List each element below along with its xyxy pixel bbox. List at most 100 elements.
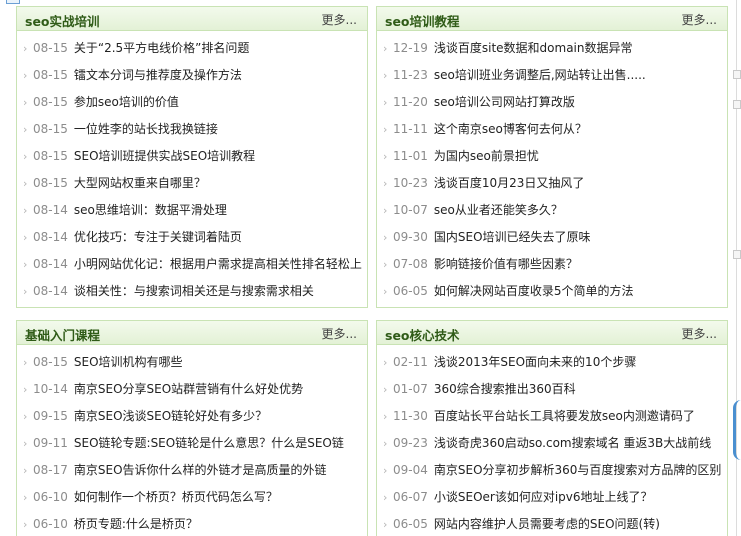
chevron-right-icon: › bbox=[383, 437, 388, 450]
list-item: › 10-07 seo从业者还能笑多久？ bbox=[377, 197, 727, 224]
article-link[interactable]: 百度站长平台站长工具将要发放seo内测邀请码了 bbox=[434, 409, 695, 423]
article-link[interactable]: 参加seo培训的价值 bbox=[74, 95, 179, 109]
article-link[interactable]: SEO培训班提供实战SEO培训教程 bbox=[74, 149, 255, 163]
chevron-right-icon: › bbox=[23, 150, 28, 163]
item-date: 08-14 bbox=[33, 230, 68, 244]
list-item: › 01-07 360综合搜索推出360百科 bbox=[377, 376, 727, 403]
item-date: 11-01 bbox=[393, 149, 428, 163]
article-link[interactable]: 关于“2.5平方电线价格”排名问题 bbox=[74, 41, 250, 55]
list-item: › 08-14 谈相关性：与搜索词相关还是与搜索需求相关 bbox=[17, 278, 367, 305]
list-item: › 11-23 seo培训班业务调整后,网站转让出售..... bbox=[377, 62, 727, 89]
article-link[interactable]: 为国内seo前景担忧 bbox=[434, 149, 539, 163]
list-item: › 08-15 大型网站权重来自哪里？ bbox=[17, 170, 367, 197]
article-link[interactable]: 如何解决网站百度收录5个简单的方法 bbox=[434, 284, 634, 298]
article-link[interactable]: 浅谈奇虎360启动so.com搜索域名 重返3B大战前线 bbox=[434, 436, 711, 450]
item-date: 08-17 bbox=[33, 463, 68, 477]
panel-title[interactable]: 基础入门课程 bbox=[25, 325, 100, 344]
item-date: 08-14 bbox=[33, 203, 68, 217]
article-link[interactable]: 网站内容维护人员需要考虑的SEO问题(转) bbox=[434, 517, 660, 531]
article-link[interactable]: 浅谈百度10月23日又抽风了 bbox=[434, 176, 585, 190]
chevron-right-icon: › bbox=[383, 258, 388, 271]
list-item: › 09-04 南京SEO分享初步解析360与百度搜索对方品牌的区别 bbox=[377, 457, 727, 484]
item-date: 08-15 bbox=[33, 355, 68, 369]
article-link[interactable]: 优化技巧：专注于关键词着陆页 bbox=[74, 230, 242, 244]
chevron-right-icon: › bbox=[383, 177, 388, 190]
article-link[interactable]: seo培训班业务调整后,网站转让出售..... bbox=[434, 68, 646, 82]
more-link[interactable]: 更多... bbox=[322, 11, 357, 28]
list-item: › 08-14 小明网站优化记：根据用户需求提高相关性排名轻松上 bbox=[17, 251, 367, 278]
chevron-right-icon: › bbox=[23, 123, 28, 136]
edge-chip bbox=[733, 250, 741, 259]
panel-header: seo实战培训 更多... bbox=[17, 7, 367, 31]
item-date: 08-15 bbox=[33, 149, 68, 163]
chevron-right-icon: › bbox=[383, 518, 388, 531]
list-item: › 08-15 一位姓李的站长找我换链接 bbox=[17, 116, 367, 143]
article-link[interactable]: SEO培训机构有哪些 bbox=[74, 355, 183, 369]
item-date: 02-11 bbox=[393, 355, 428, 369]
chevron-right-icon: › bbox=[23, 285, 28, 298]
panel-title[interactable]: seo实战培训 bbox=[25, 11, 100, 30]
article-link[interactable]: 如何制作一个桥页？桥页代码怎么写？ bbox=[74, 490, 278, 504]
item-date: 08-15 bbox=[33, 68, 68, 82]
list-item: › 06-10 如何制作一个桥页？桥页代码怎么写？ bbox=[17, 484, 367, 511]
panel-header: seo核心技术 更多... bbox=[377, 321, 727, 345]
article-link[interactable]: 南京SEO浅谈SEO链轮好处有多少？ bbox=[74, 409, 267, 423]
article-link[interactable]: seo从业者还能笑多久？ bbox=[434, 203, 563, 217]
article-list: › 02-11 浅谈2013年SEO面向未来的10个步骤 › 01-07 360综合搜索推… bbox=[377, 345, 727, 536]
list-item: › 08-15 镭文本分词与推荐度及操作方法 bbox=[17, 62, 367, 89]
article-link[interactable]: 谈相关性：与搜索词相关还是与搜索需求相关 bbox=[74, 284, 314, 298]
article-link[interactable]: 大型网站权重来自哪里？ bbox=[74, 176, 206, 190]
item-date: 08-15 bbox=[33, 95, 68, 109]
article-link[interactable]: 镭文本分词与推荐度及操作方法 bbox=[74, 68, 242, 82]
article-link[interactable]: 影响链接价值有哪些因素？ bbox=[434, 257, 578, 271]
article-link[interactable]: 南京SEO告诉你什么样的外链才是高质量的外链 bbox=[74, 463, 327, 477]
chevron-right-icon: › bbox=[383, 464, 388, 477]
article-link[interactable]: 360综合搜索推出360百科 bbox=[434, 382, 576, 396]
page-tab-marker bbox=[6, 0, 20, 4]
list-item: › 08-17 南京SEO告诉你什么样的外链才是高质量的外链 bbox=[17, 457, 367, 484]
panel-basic-courses: 基础入门课程 更多... › 08-15 SEO培训机构有哪些 › 10-14 南京SEO分享… bbox=[16, 320, 368, 536]
panel-header: 基础入门课程 更多... bbox=[17, 321, 367, 345]
chevron-right-icon: › bbox=[383, 356, 388, 369]
more-link[interactable]: 更多... bbox=[682, 11, 717, 28]
list-item: › 08-15 SEO培训机构有哪些 bbox=[17, 349, 367, 376]
list-item: › 08-14 优化技巧：专注于关键词着陆页 bbox=[17, 224, 367, 251]
item-date: 12-19 bbox=[393, 41, 428, 55]
article-link[interactable]: 国内SEO培训已经失去了原味 bbox=[434, 230, 591, 244]
chevron-right-icon: › bbox=[23, 491, 28, 504]
chevron-right-icon: › bbox=[23, 410, 28, 423]
article-link[interactable]: 南京SEO分享初步解析360与百度搜索对方品牌的区别 bbox=[434, 463, 722, 477]
more-link[interactable]: 更多... bbox=[322, 325, 357, 342]
list-item: › 10-23 浅谈百度10月23日又抽风了 bbox=[377, 170, 727, 197]
item-date: 09-23 bbox=[393, 436, 428, 450]
item-date: 08-15 bbox=[33, 41, 68, 55]
chevron-right-icon: › bbox=[23, 177, 28, 190]
item-date: 06-10 bbox=[33, 517, 68, 531]
panel-header: seo培训教程 更多... bbox=[377, 7, 727, 31]
panel-title[interactable]: seo核心技术 bbox=[385, 325, 460, 344]
item-date: 06-05 bbox=[393, 517, 428, 531]
chevron-right-icon: › bbox=[383, 42, 388, 55]
list-item: › 10-14 南京SEO分享SEO站群营销有什么好处优势 bbox=[17, 376, 367, 403]
more-link[interactable]: 更多... bbox=[682, 325, 717, 342]
article-link[interactable]: 浅谈2013年SEO面向未来的10个步骤 bbox=[434, 355, 636, 369]
edge-decoration bbox=[733, 400, 741, 460]
article-link[interactable]: 小谈SEOer该如何应对ipv6地址上线了？ bbox=[434, 490, 653, 504]
article-link[interactable]: SEO链轮专题:SEO链轮是什么意思？什么是SEO链 bbox=[74, 436, 344, 450]
item-date: 06-07 bbox=[393, 490, 428, 504]
article-link[interactable]: 一位姓李的站长找我换链接 bbox=[74, 122, 218, 136]
item-date: 11-11 bbox=[393, 122, 428, 136]
item-date: 10-23 bbox=[393, 176, 428, 190]
panel-title[interactable]: seo培训教程 bbox=[385, 11, 460, 30]
article-link[interactable]: 这个南京seo博客何去何从？ bbox=[434, 122, 587, 136]
article-link[interactable]: seo培训公司网站打算改版 bbox=[434, 95, 575, 109]
article-link[interactable]: 南京SEO分享SEO站群营销有什么好处优势 bbox=[74, 382, 303, 396]
edge-chip bbox=[733, 100, 741, 109]
list-item: › 08-15 SEO培训班提供实战SEO培训教程 bbox=[17, 143, 367, 170]
article-link[interactable]: 桥页专题:什么是桥页？ bbox=[74, 517, 198, 531]
article-link[interactable]: 浅谈百度site数据和domain数据异常 bbox=[434, 41, 633, 55]
chevron-right-icon: › bbox=[23, 69, 28, 82]
list-item: › 06-07 小谈SEOer该如何应对ipv6地址上线了？ bbox=[377, 484, 727, 511]
article-link[interactable]: 小明网站优化记：根据用户需求提高相关性排名轻松上 bbox=[74, 257, 362, 271]
article-link[interactable]: seo思维培训：数据平滑处理 bbox=[74, 203, 227, 217]
